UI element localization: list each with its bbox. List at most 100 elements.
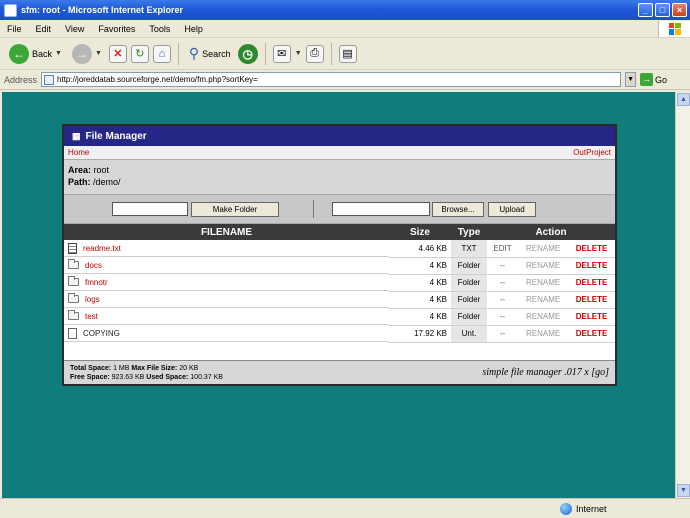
edit-placeholder: --: [487, 274, 519, 292]
go-button[interactable]: → Go: [640, 73, 667, 86]
form-divider: [313, 200, 314, 218]
windows-logo: [658, 20, 690, 37]
file-name-link[interactable]: readme.txt: [83, 244, 121, 253]
minimize-button[interactable]: _: [638, 3, 653, 17]
total-space-label: Total Space:: [70, 364, 112, 372]
scroll-up-icon[interactable]: ▲: [677, 93, 690, 106]
page-content: ▦ File Manager Home OutProject Area: roo…: [2, 92, 675, 498]
rename-link[interactable]: RENAME: [518, 291, 569, 309]
close-button[interactable]: ×: [672, 3, 687, 17]
file-type: TXT: [451, 240, 487, 258]
menu-edit[interactable]: Edit: [29, 24, 59, 34]
file-manager-forms: Make Folder Browse... Upload: [64, 194, 615, 224]
rename-link[interactable]: RENAME: [518, 308, 569, 326]
search-icon: ⚲: [188, 45, 200, 61]
file-type: Folder: [451, 291, 487, 309]
back-button[interactable]: ← Back ▼: [6, 41, 65, 67]
location-info: Area: root Path: /demo/: [64, 160, 615, 194]
mail-icon[interactable]: ✉: [272, 44, 291, 63]
menu-tools[interactable]: Tools: [142, 24, 177, 34]
rename-link[interactable]: RENAME: [518, 274, 569, 292]
browse-button[interactable]: Browse...: [432, 201, 484, 217]
delete-link[interactable]: DELETE: [568, 274, 615, 292]
file-size: 4 KB: [389, 308, 451, 326]
folder-name-link[interactable]: test: [85, 312, 98, 321]
file-type: Unt.: [451, 325, 487, 343]
folder-name-link[interactable]: docs: [85, 261, 102, 270]
file-size: 4 KB: [389, 274, 451, 292]
maximize-button[interactable]: □: [655, 3, 670, 17]
file-size: 17.92 KB: [389, 325, 451, 343]
file-size: 4 KB: [389, 291, 451, 309]
messenger-icon[interactable]: ▤: [338, 44, 357, 63]
max-file-label: Max File Size:: [131, 364, 178, 372]
toolbar: ← Back ▼ → ▼ ✕ ↻ ⌂ ⚲ Search ◷ ✉ ▼ ⎙ ▤: [0, 38, 690, 70]
file-type: Folder: [451, 257, 487, 275]
menu-view[interactable]: View: [58, 24, 91, 34]
menu-favorites[interactable]: Favorites: [91, 24, 142, 34]
size-column-header[interactable]: Size: [389, 224, 451, 240]
back-label: Back: [32, 48, 53, 59]
delete-link[interactable]: DELETE: [568, 257, 615, 275]
area-label: Area:: [68, 165, 92, 175]
path-value: /demo/: [93, 177, 121, 187]
toolbar-separator: [330, 42, 332, 65]
stop-icon[interactable]: ✕: [108, 44, 127, 63]
menu-bar: File Edit View Favorites Tools Help: [0, 20, 690, 38]
menu-file[interactable]: File: [0, 24, 29, 34]
toolbar-separator: [177, 42, 179, 65]
filename-column-header[interactable]: FILENAME: [64, 224, 389, 240]
file-manager-title: File Manager: [85, 130, 147, 142]
rename-link[interactable]: RENAME: [518, 325, 569, 343]
vertical-scrollbar[interactable]: ▲ ▼: [675, 92, 690, 498]
folder-name-link[interactable]: logs: [85, 295, 100, 304]
address-input[interactable]: http://joreddatab.sourceforge.net/demo/f…: [41, 72, 622, 87]
history-icon[interactable]: ◷: [237, 43, 258, 64]
max-file-value: 20 KB: [179, 364, 199, 372]
edit-placeholder: --: [487, 257, 519, 275]
file-name-text: COPYING: [83, 328, 120, 338]
refresh-icon[interactable]: ↻: [130, 44, 149, 63]
file-table-header: FILENAME Size Type Action: [64, 224, 615, 240]
status-bar: Internet: [0, 498, 690, 518]
brand-credit[interactable]: simple file manager .017 x [go]: [482, 367, 609, 378]
mail-dropdown-icon[interactable]: ▼: [295, 50, 302, 57]
make-folder-button[interactable]: Make Folder: [191, 201, 279, 217]
file-icon: [68, 327, 77, 339]
delete-link[interactable]: DELETE: [568, 291, 615, 309]
delete-link[interactable]: DELETE: [568, 240, 615, 258]
folder-name-link[interactable]: fmnotr: [85, 278, 108, 287]
upload-file-input[interactable]: [332, 202, 430, 216]
print-icon[interactable]: ⎙: [305, 44, 324, 63]
home-icon[interactable]: ⌂: [152, 44, 171, 63]
delete-link[interactable]: DELETE: [568, 325, 615, 343]
ie-icon: [4, 3, 17, 17]
address-bar: Address http://joreddatab.sourceforge.ne…: [0, 70, 690, 90]
free-space-label: Free Space:: [70, 373, 110, 381]
logout-link[interactable]: OutProject: [573, 148, 611, 157]
search-label: Search: [202, 48, 231, 59]
search-button[interactable]: ⚲ Search: [186, 41, 234, 67]
edit-placeholder: --: [487, 325, 519, 343]
address-dropdown-icon[interactable]: ▼: [625, 72, 637, 87]
rename-link[interactable]: RENAME: [518, 257, 569, 275]
table-row: readme.txt 4.46 KB TXT EDIT RENAME DELET…: [64, 240, 615, 258]
forward-button[interactable]: → ▼: [69, 41, 105, 67]
home-link[interactable]: Home: [68, 148, 89, 157]
new-folder-input[interactable]: [112, 202, 188, 216]
used-space-label: Used Space:: [146, 373, 189, 381]
rename-link[interactable]: RENAME: [518, 240, 569, 258]
space-stats: Total Space: 1 MB Max File Size: 20 KB F…: [70, 364, 223, 382]
edit-placeholder: --: [487, 308, 519, 326]
path-label: Path:: [68, 177, 91, 187]
globe-icon: [560, 502, 572, 515]
edit-link[interactable]: EDIT: [487, 240, 519, 258]
table-row: docs 4 KB Folder -- RENAME DELETE: [64, 257, 615, 275]
upload-button[interactable]: Upload: [488, 201, 536, 217]
type-column-header[interactable]: Type: [451, 224, 487, 240]
forward-dropdown-icon[interactable]: ▼: [95, 50, 102, 57]
scroll-down-icon[interactable]: ▼: [677, 484, 690, 497]
menu-help[interactable]: Help: [177, 24, 210, 34]
delete-link[interactable]: DELETE: [568, 308, 615, 326]
back-dropdown-icon[interactable]: ▼: [55, 50, 62, 57]
